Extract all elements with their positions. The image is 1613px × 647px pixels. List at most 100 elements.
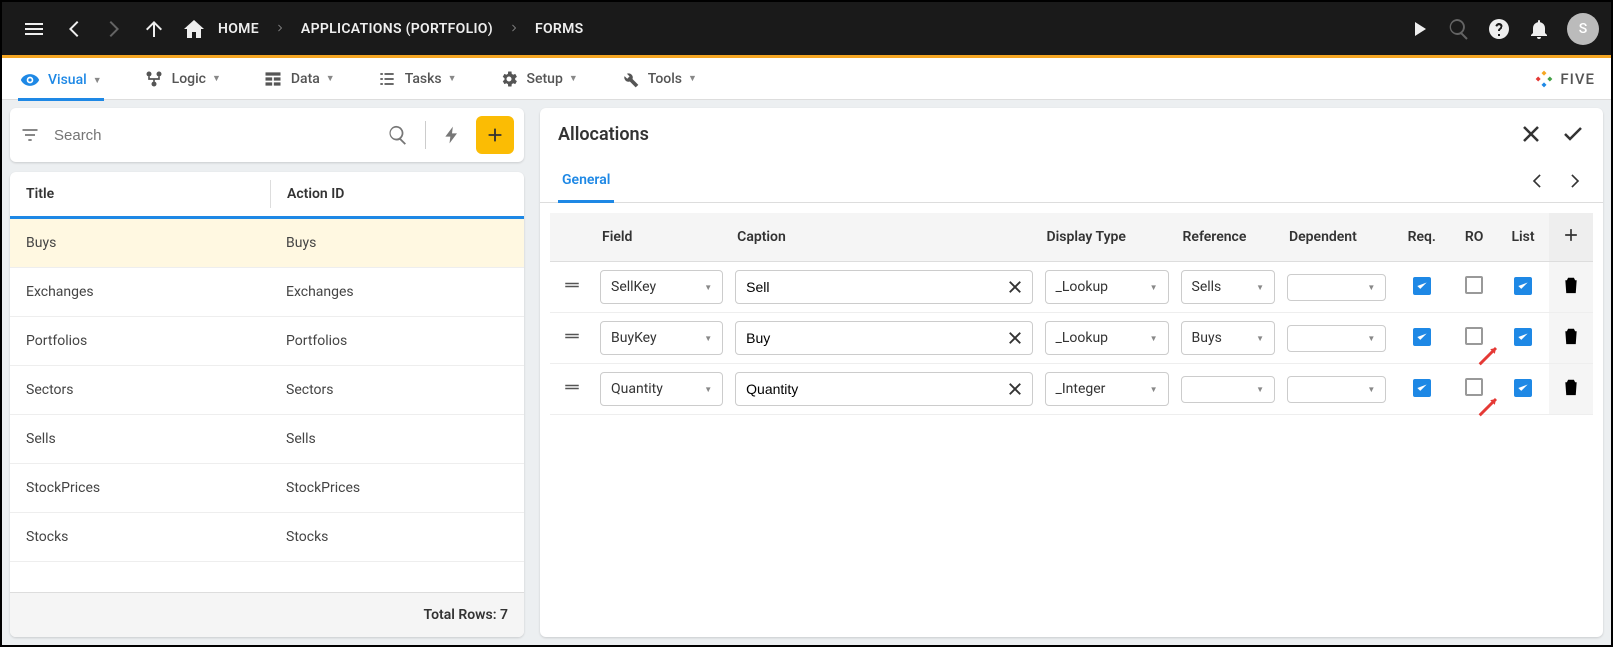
- search-icon[interactable]: [387, 124, 409, 146]
- add-row-icon[interactable]: [1561, 225, 1581, 245]
- gear-icon: [499, 69, 519, 89]
- bolt-icon[interactable]: [442, 125, 462, 145]
- avatar[interactable]: S: [1567, 13, 1599, 45]
- caption-input[interactable]: [735, 372, 1032, 406]
- drag-handle-icon[interactable]: [563, 378, 581, 396]
- dropdown[interactable]: Buys▼: [1181, 321, 1276, 355]
- checkbox[interactable]: [1413, 379, 1431, 397]
- breadcrumb-forms[interactable]: FORMS: [535, 21, 584, 37]
- col-ro: RO: [1451, 213, 1497, 262]
- play-icon[interactable]: [1407, 17, 1431, 41]
- tab-general[interactable]: General: [558, 160, 614, 203]
- forms-table-body: BuysBuysExchangesExchangesPortfoliosPort…: [10, 219, 524, 592]
- help-icon[interactable]: [1487, 17, 1511, 41]
- table-row[interactable]: SectorsSectors: [10, 366, 524, 415]
- eye-icon: [20, 70, 40, 90]
- dropdown[interactable]: Quantity▼: [600, 372, 723, 406]
- checkbox[interactable]: [1465, 276, 1483, 294]
- menu-data[interactable]: Data▼: [261, 65, 337, 93]
- row-action-id: StockPrices: [270, 464, 524, 512]
- checkbox[interactable]: [1514, 379, 1532, 397]
- dropdown[interactable]: ▼: [1287, 274, 1386, 301]
- search-icon[interactable]: [1447, 17, 1471, 41]
- row-title: Portfolios: [10, 317, 270, 365]
- confirm-icon[interactable]: [1561, 122, 1585, 146]
- dropdown[interactable]: ▼: [1287, 325, 1386, 352]
- menu-setup[interactable]: Setup▼: [497, 65, 580, 93]
- grid-row: BuyKey▼ _Lookup▼ Buys▼ ▼: [550, 313, 1593, 364]
- caption-field[interactable]: [744, 379, 1005, 399]
- row-title: Sectors: [10, 366, 270, 414]
- delete-icon[interactable]: [1561, 326, 1581, 346]
- menu-logic[interactable]: Logic▼: [142, 65, 223, 93]
- col-caption: Caption: [729, 213, 1038, 262]
- caption-input[interactable]: [735, 321, 1032, 355]
- checkbox[interactable]: [1413, 328, 1431, 346]
- dropdown[interactable]: ▼: [1181, 376, 1276, 403]
- col-action-id[interactable]: Action ID: [271, 172, 524, 216]
- top-bar: HOME APPLICATIONS (PORTFOLIO) FORMS S: [2, 2, 1611, 58]
- table-row[interactable]: StocksStocks: [10, 513, 524, 562]
- up-icon[interactable]: [142, 17, 166, 41]
- row-title: Exchanges: [10, 268, 270, 316]
- delete-icon[interactable]: [1561, 377, 1581, 397]
- prev-icon[interactable]: [1527, 171, 1547, 191]
- grid-row: Quantity▼ _Integer▼ ▼ ▼: [550, 364, 1593, 415]
- dropdown[interactable]: SellKey▼: [600, 270, 723, 304]
- dropdown[interactable]: Sells▼: [1181, 270, 1276, 304]
- caption-field[interactable]: [744, 277, 1005, 297]
- breadcrumb-home[interactable]: HOME: [218, 21, 259, 37]
- menu-visual[interactable]: Visual▼: [18, 66, 104, 101]
- hamburger-icon[interactable]: [22, 17, 46, 41]
- dropdown[interactable]: _Integer▼: [1045, 372, 1169, 406]
- menu-tools-label: Tools: [648, 71, 682, 87]
- caption-field[interactable]: [744, 328, 1005, 348]
- clear-icon[interactable]: [1006, 278, 1024, 296]
- row-action-id: Exchanges: [270, 268, 524, 316]
- col-title[interactable]: Title: [10, 172, 270, 216]
- col-field: Field: [594, 213, 729, 262]
- dropdown[interactable]: ▼: [1287, 376, 1386, 403]
- dropdown[interactable]: _Lookup▼: [1045, 270, 1169, 304]
- close-icon[interactable]: [1519, 122, 1543, 146]
- table-row[interactable]: BuysBuys: [10, 219, 524, 268]
- dropdown[interactable]: BuyKey▼: [600, 321, 723, 355]
- checkbox[interactable]: [1465, 378, 1483, 396]
- brand-logo-icon: [1534, 69, 1554, 89]
- search-input[interactable]: [50, 119, 379, 152]
- add-button[interactable]: [476, 116, 514, 154]
- caption-input[interactable]: [735, 270, 1032, 304]
- col-list: List: [1497, 213, 1549, 262]
- table-row[interactable]: SellsSells: [10, 415, 524, 464]
- menu-tasks[interactable]: Tasks▼: [375, 65, 459, 93]
- bell-icon[interactable]: [1527, 17, 1551, 41]
- table-row[interactable]: ExchangesExchanges: [10, 268, 524, 317]
- table-row[interactable]: StockPricesStockPrices: [10, 464, 524, 513]
- filter-icon[interactable]: [20, 125, 40, 145]
- clear-icon[interactable]: [1006, 380, 1024, 398]
- menu-data-label: Data: [291, 71, 320, 87]
- dropdown[interactable]: _Lookup▼: [1045, 321, 1169, 355]
- col-req: Req.: [1392, 213, 1451, 262]
- forward-icon: [102, 17, 126, 41]
- home-icon[interactable]: [182, 17, 206, 41]
- checkbox[interactable]: [1514, 277, 1532, 295]
- detail-header: Allocations: [540, 108, 1603, 160]
- logic-icon: [144, 69, 164, 89]
- table-row[interactable]: PortfoliosPortfolios: [10, 317, 524, 366]
- drag-handle-icon[interactable]: [563, 327, 581, 345]
- menu-tools[interactable]: Tools▼: [618, 65, 699, 93]
- left-pane: Title Action ID BuysBuysExchangesExchang…: [2, 100, 532, 645]
- breadcrumb-applications[interactable]: APPLICATIONS (PORTFOLIO): [301, 21, 493, 37]
- clear-icon[interactable]: [1006, 329, 1024, 347]
- back-icon[interactable]: [62, 17, 86, 41]
- checkbox[interactable]: [1465, 327, 1483, 345]
- checkbox[interactable]: [1514, 328, 1532, 346]
- drag-handle-icon[interactable]: [563, 276, 581, 294]
- menu-logic-label: Logic: [172, 71, 206, 87]
- delete-icon[interactable]: [1561, 275, 1581, 295]
- checkbox[interactable]: [1413, 277, 1431, 295]
- chevron-right-icon: [275, 21, 285, 37]
- next-icon[interactable]: [1565, 171, 1585, 191]
- menu-setup-label: Setup: [527, 71, 563, 87]
